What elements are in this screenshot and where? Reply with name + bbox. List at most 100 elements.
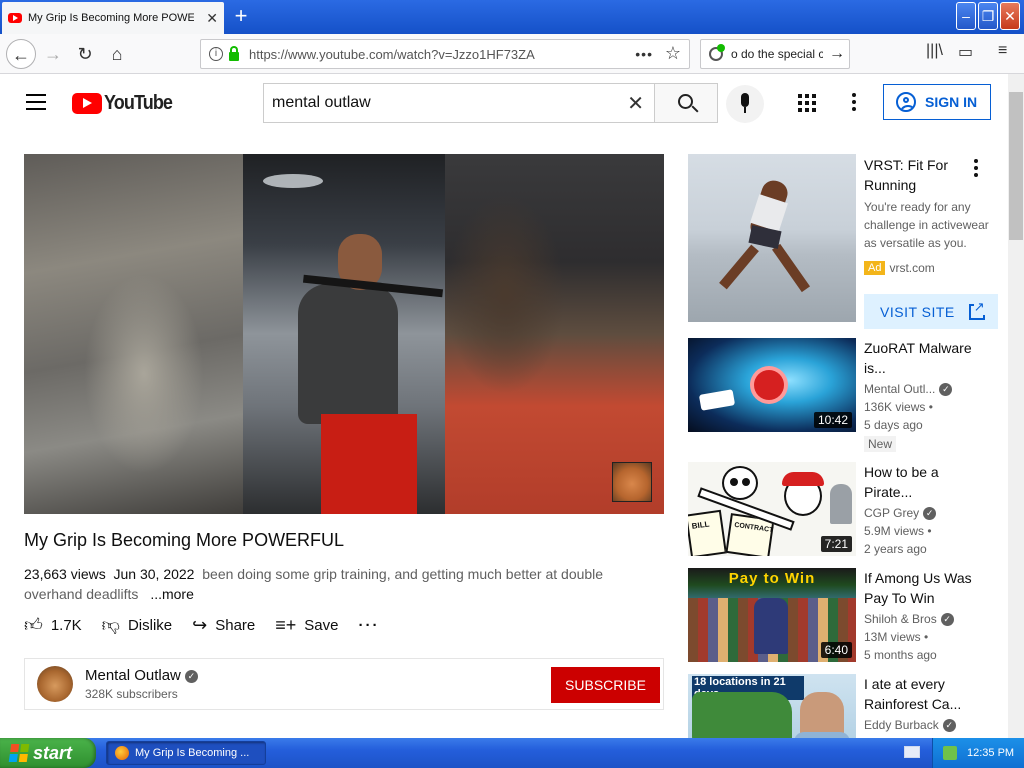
clear-search-icon[interactable]: ✕ [627,91,644,116]
visit-site-button[interactable]: VISIT SITE [864,294,998,329]
forward-arrow-icon[interactable]: → [38,39,68,69]
video-blur-left [24,154,243,514]
subscribe-button[interactable]: SUBSCRIBE [551,667,660,703]
recommendation-thumbnail[interactable]: 10:42 [688,338,856,432]
recommendation-title[interactable]: How to be a Pirate... [864,462,974,502]
sign-in-button[interactable]: SIGN IN [883,84,991,120]
menu-icon[interactable]: ≡ [998,42,1007,60]
youtube-logo[interactable]: YouTube [72,92,180,115]
back-arrow-icon[interactable]: ← [6,39,36,69]
network-icon[interactable] [943,746,957,760]
router-graphic [698,389,736,411]
dislike-label: Dislike [127,616,173,634]
keyboard-layout-icon[interactable] [904,746,920,758]
start-label: start [33,742,73,763]
more-actions-button[interactable]: ··· [358,617,379,634]
recommendation-item[interactable]: Pay to Win 6:40 If Among Us Was Pay To W… [688,568,1008,664]
url-text[interactable]: https://www.youtube.com/watch?v=Jzzo1HF7… [249,47,535,62]
search-button[interactable] [654,83,718,123]
search-input[interactable]: mental outlaw ✕ [263,83,655,123]
page-actions-icon[interactable]: ••• [635,46,653,62]
library-icon[interactable]: |||\ [926,42,943,60]
recommendation-channel[interactable]: CGP Grey ✓ [864,506,937,521]
upload-date: Jun 30, 2022 [113,566,195,582]
recommendation-channel-name[interactable]: Eddy Burback [864,718,939,732]
runner-leg [771,243,811,293]
recommendation-channel[interactable]: Mental Outl... ✓ [864,382,953,397]
recommendation-title[interactable]: If Among Us Was Pay To Win [864,568,974,608]
verified-check-icon: ✓ [184,669,198,683]
reload-icon[interactable]: ↻ [70,39,100,69]
youtube-favicon-icon [8,13,22,23]
youtube-play-icon [72,93,102,114]
site-info-icon[interactable]: i [209,47,223,61]
ad-thumbnail[interactable] [688,154,856,322]
search-input-value[interactable]: mental outlaw [272,94,371,112]
view-count: 23,663 views [24,566,106,582]
ad-menu-icon[interactable] [974,159,978,180]
bookmark-star-icon[interactable]: ☆ [665,43,681,64]
contract-text: CONTRACT [733,521,774,535]
bill-text: BILL [691,519,711,531]
search-go-arrow-icon[interactable]: → [829,45,845,63]
recommendation-channel[interactable]: Shiloh & Bros ✓ [864,612,954,627]
video-player[interactable] [24,154,664,514]
recommendation-channel-name[interactable]: CGP Grey [864,506,919,520]
verified-check-icon: ✓ [940,613,954,627]
recommendation-item[interactable]: 18 locations in 21 days I ate at every R… [688,674,1008,738]
recommendation-item[interactable]: 10:42 ZuoRAT Malware is... Mental Outl..… [688,338,1008,452]
ad-source: Ad vrst.com [864,261,935,275]
save-button[interactable]: ≡+ Save [275,615,338,636]
recommendation-channel[interactable]: Eddy Burback ✓ [864,718,956,733]
ad-title[interactable]: VRST: Fit For Running [864,155,974,195]
recommendation-thumbnail[interactable]: Pay to Win 6:40 [688,568,856,662]
recommendation-title[interactable]: ZuoRAT Malware is... [864,338,974,378]
recommendation-title[interactable]: I ate at every Rainforest Ca... [864,674,974,714]
recommendation-item[interactable]: BILL CONTRACT 7:21 How to be a Pirate...… [688,462,1008,558]
window-maximize-button[interactable]: ❐ [978,2,998,30]
browser-search-bar[interactable]: o do the special c → [700,39,850,69]
verified-check-icon: ✓ [923,507,937,521]
browser-tab[interactable]: My Grip Is Becoming More POWERFUL - YouT… [2,2,224,34]
video-blur-right [445,154,664,514]
voice-search-icon[interactable] [726,85,764,123]
browser-search-input[interactable]: o do the special c [731,47,823,61]
like-button[interactable]: 👍︎ 1.7K [24,614,82,636]
share-button[interactable]: ↪ Share [192,615,255,636]
channel-watermark-icon[interactable] [612,462,652,502]
settings-kebab-icon[interactable] [852,93,856,114]
tab-title: My Grip Is Becoming More POWERFUL - YouT… [28,12,194,24]
home-icon[interactable]: ⌂ [102,39,132,69]
start-button[interactable]: start [0,738,96,768]
window-minimize-button[interactable]: – [956,2,976,30]
recommendation-channel-name[interactable]: Mental Outl... [864,382,935,396]
share-label: Share [215,616,256,634]
scrollbar-thumb[interactable] [1009,92,1023,240]
recommendation-age: 5 days ago [864,418,923,432]
tab-close-icon[interactable]: ✕ [206,10,218,27]
person-shorts [321,414,417,514]
recommendation-thumbnail[interactable]: BILL CONTRACT 7:21 [688,462,856,556]
channel-avatar[interactable] [37,666,73,702]
video-description[interactable]: 23,663 views Jun 30, 2022 been doing som… [24,564,664,604]
channel-row: Mental Outlaw ✓ 328K subscribers SUBSCRIB… [24,658,664,710]
url-bar[interactable]: i https://www.youtube.com/watch?v=Jzzo1H… [200,39,690,69]
taskbar-window-button[interactable]: My Grip Is Becoming ... [106,741,266,765]
skull-graphic [722,466,758,500]
guide-menu-icon[interactable] [26,94,46,110]
new-tab-button[interactable]: + [228,4,254,30]
save-label: Save [304,616,339,634]
recommendation-thumbnail[interactable]: 18 locations in 21 days [688,674,856,738]
show-more-link[interactable]: ...more [150,586,194,602]
recommendation-channel-name[interactable]: Shiloh & Bros [864,612,937,626]
person-torso [298,284,398,424]
window-close-button[interactable]: ✕ [1000,2,1020,30]
dislike-button[interactable]: 👎︎ Dislike [102,614,172,636]
verified-check-icon: ✓ [942,719,956,733]
channel-name-text[interactable]: Mental Outlaw [85,667,181,684]
channel-name[interactable]: Mental Outlaw ✓ [85,667,198,684]
search-engine-icon [709,44,725,61]
apps-grid-icon[interactable] [798,94,816,112]
sidebar-icon[interactable]: ▭ [958,42,973,62]
clock[interactable]: 12:35 PM [967,747,1014,759]
